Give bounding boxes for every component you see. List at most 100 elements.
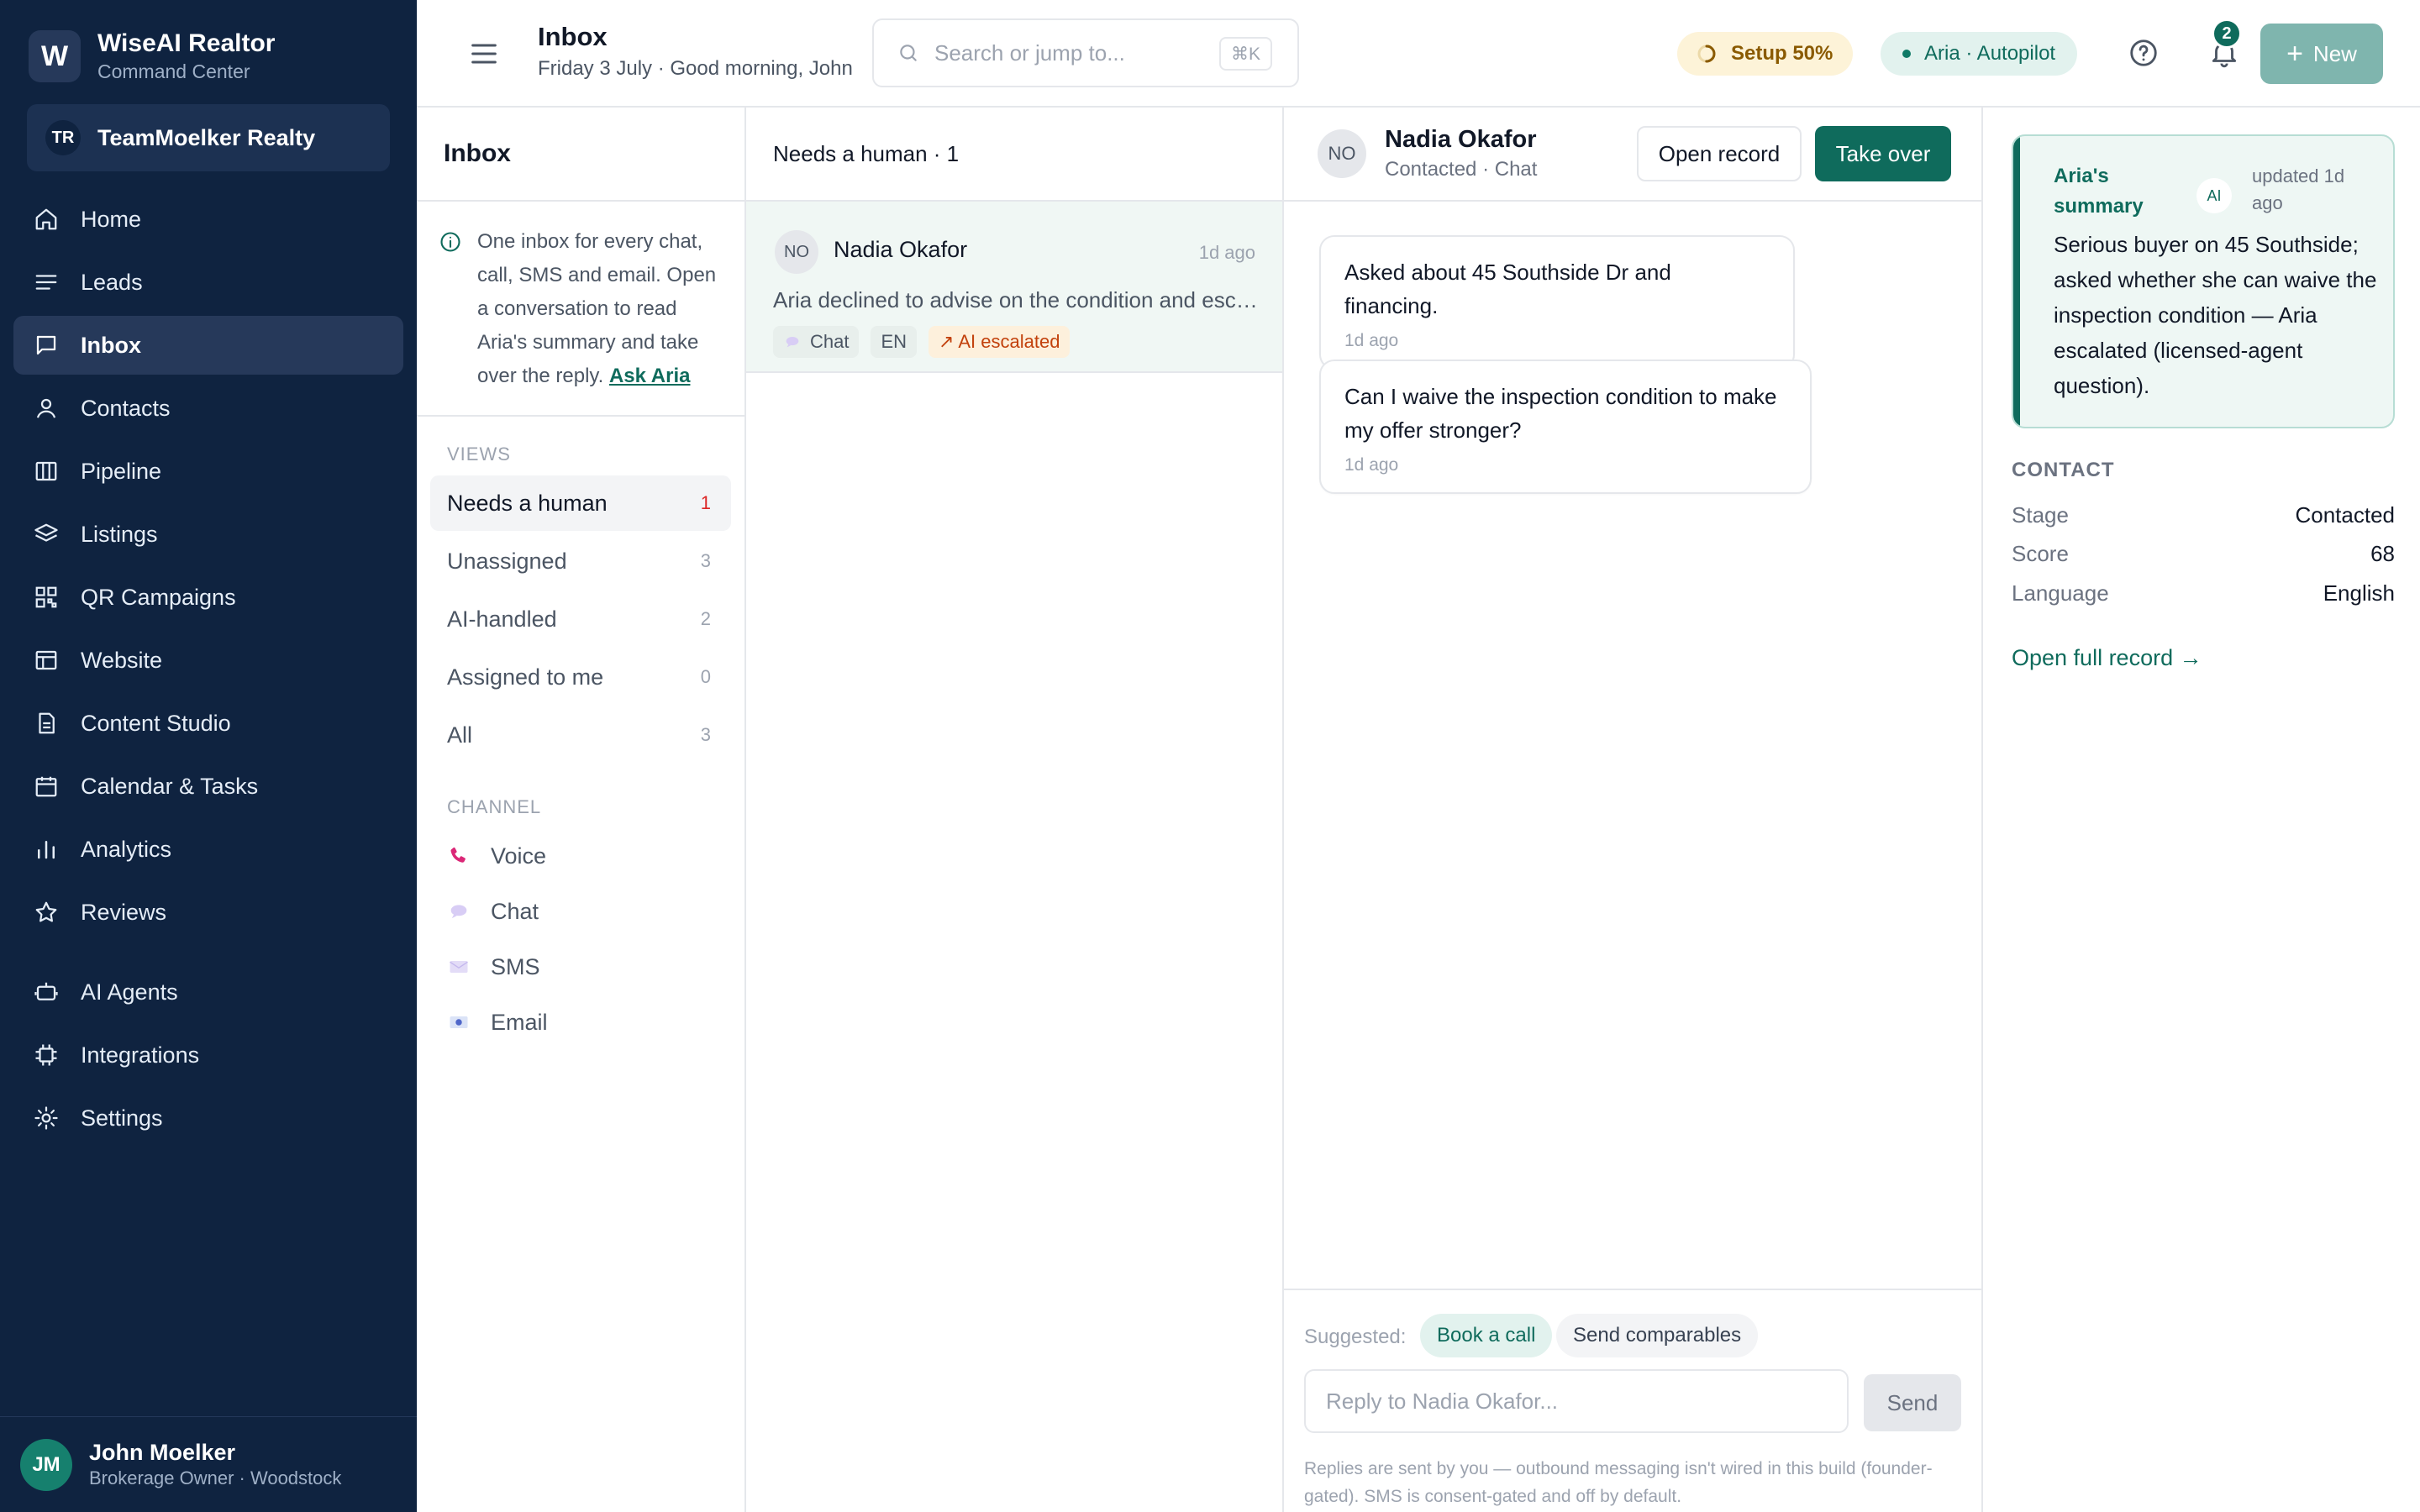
view-count: 1: [700, 492, 711, 513]
channel-email[interactable]: Email: [430, 995, 731, 1050]
layout-icon: [32, 646, 60, 675]
list-header: Needs a human · 1: [746, 108, 1282, 202]
sidebar-item-qr-campaigns[interactable]: QR Campaigns: [13, 568, 403, 627]
sidebar-item-label: Content Studio: [81, 710, 231, 736]
sidebar-item-inbox[interactable]: Inbox: [13, 316, 403, 375]
contact-section-label: CONTACT: [2012, 459, 2115, 481]
status-dot: [1902, 50, 1911, 58]
user-icon: [32, 394, 60, 423]
brand-subtitle: Command Center: [97, 60, 250, 82]
page-subtitle: Friday 3 July · Good morning, John: [538, 57, 853, 80]
reply-composer: Suggested: Book a call Send comparables …: [1284, 1289, 1981, 1512]
list-icon: [32, 268, 60, 297]
search-input[interactable]: [934, 39, 1203, 66]
help-button[interactable]: [2128, 37, 2160, 69]
inbox-filters: Inbox One inbox for every chat, call, SM…: [417, 108, 746, 1512]
phone-icon: [447, 844, 472, 868]
progress-ring-icon: [1697, 45, 1716, 63]
view-needs-a-human[interactable]: Needs a human 1: [430, 475, 731, 531]
sidebar-item-analytics[interactable]: Analytics: [13, 820, 403, 879]
brand-logo: W: [29, 30, 81, 82]
contact-field-stage: Stage Contacted: [2012, 502, 2395, 528]
summary-text: Serious buyer on 45 Southside; asked whe…: [2054, 232, 2377, 398]
sidebar-item-settings[interactable]: Settings: [13, 1089, 403, 1147]
sidebar-item-label: Integrations: [81, 1042, 200, 1068]
aria-autopilot-status[interactable]: Aria · Autopilot: [1881, 32, 2078, 76]
view-ai-handled[interactable]: AI-handled 2: [430, 591, 731, 647]
take-over-button[interactable]: Take over: [1815, 126, 1951, 181]
view-count: 3: [700, 724, 711, 745]
conversation-item[interactable]: NO Nadia Okafor 1d ago Aria declined to …: [746, 202, 1282, 373]
sidebar-item-contacts[interactable]: Contacts: [13, 379, 403, 438]
conversation-tags: Chat EN ↗ AI escalated: [773, 326, 1081, 358]
view-assigned-to-me[interactable]: Assigned to me 0: [430, 649, 731, 705]
sidebar-item-ai-agents[interactable]: AI Agents: [13, 963, 403, 1021]
help-icon: [2130, 39, 2157, 66]
info-text: One inbox for every chat, call, SMS and …: [477, 230, 717, 387]
suggestion-book-a-call[interactable]: Book a call: [1420, 1314, 1553, 1357]
hamburger-icon: [471, 44, 497, 64]
search-shortcut: ⌘K: [1218, 37, 1272, 71]
thread-contact-name: Nadia Okafor: [1385, 126, 1537, 153]
suggestion-send-comparables[interactable]: Send comparables: [1556, 1314, 1759, 1357]
avatar: NO: [775, 230, 818, 274]
send-button[interactable]: Send: [1864, 1374, 1961, 1431]
channel-item-label: Voice: [491, 843, 547, 869]
contact-field-score: Score 68: [2012, 541, 2395, 567]
sidebar-item-calendar-tasks[interactable]: Calendar & Tasks: [13, 757, 403, 816]
conversation-preview: Aria declined to advise on the condition…: [773, 287, 1260, 312]
open-record-button[interactable]: Open record: [1637, 126, 1802, 181]
conversation-thread: NO Nadia Okafor Contacted · Chat Open re…: [1284, 108, 1983, 1512]
summary-title: Aria's summary: [2054, 165, 2144, 218]
sidebar-item-label: Analytics: [81, 836, 172, 862]
channel-tag: Chat: [773, 326, 860, 358]
channel-sms[interactable]: SMS: [430, 939, 731, 995]
sidebar-item-website[interactable]: Website: [13, 631, 403, 690]
conversation-name: Nadia Okafor: [834, 237, 968, 262]
view-unassigned[interactable]: Unassigned 3: [430, 533, 731, 589]
workspace-badge: TR: [45, 120, 81, 155]
sidebar-item-label: QR Campaigns: [81, 584, 236, 610]
sidebar-item-label: Settings: [81, 1105, 163, 1131]
search-box[interactable]: ⌘K: [872, 18, 1299, 87]
views-label: VIEWS: [447, 444, 511, 465]
gear-icon: [32, 1104, 60, 1132]
calendar-icon: [32, 772, 60, 801]
ask-aria-link[interactable]: Ask Aria: [609, 365, 691, 387]
brand[interactable]: W WiseAI Realtor Command Center: [29, 29, 275, 84]
channel-chat[interactable]: Chat: [430, 884, 731, 939]
field-key: Language: [2012, 580, 2109, 606]
sidebar-item-reviews[interactable]: Reviews: [13, 883, 403, 942]
channel-item-label: SMS: [491, 953, 540, 979]
sidebar-item-leads[interactable]: Leads: [13, 253, 403, 312]
new-button[interactable]: + New: [2260, 24, 2383, 84]
message-bubble: Can I waive the inspection condition to …: [1319, 360, 1812, 494]
message-text: Can I waive the inspection condition to …: [1344, 384, 1777, 443]
workspace-switcher[interactable]: TR TeamMoelker Realty: [27, 104, 390, 171]
escalated-tag: ↗ AI escalated: [929, 326, 1071, 358]
setup-progress-badge[interactable]: Setup 50%: [1677, 32, 1854, 76]
view-label: Needs a human: [447, 490, 608, 516]
view-count: 3: [700, 550, 711, 571]
sidebar-item-label: Pipeline: [81, 458, 162, 484]
view-all[interactable]: All 3: [430, 707, 731, 763]
field-value: 68: [2370, 541, 2395, 566]
bar-chart-icon: [32, 835, 60, 864]
field-key: Score: [2012, 541, 2069, 566]
sidebar-item-integrations[interactable]: Integrations: [13, 1026, 403, 1084]
sidebar-item-label: Listings: [81, 521, 158, 547]
open-full-record-link[interactable]: Open full record →: [2012, 645, 2202, 671]
menu-button[interactable]: [467, 37, 501, 71]
inbox-info: One inbox for every chat, call, SMS and …: [417, 202, 744, 417]
sidebar-item-content-studio[interactable]: Content Studio: [13, 694, 403, 753]
sidebar-item-home[interactable]: Home: [13, 190, 403, 249]
plus-icon: +: [2286, 37, 2303, 70]
sidebar-item-label: Website: [81, 647, 163, 673]
sidebar-item-listings[interactable]: Listings: [13, 505, 403, 564]
channel-voice[interactable]: Voice: [430, 828, 731, 884]
user-profile[interactable]: JM John Moelker Brokerage Owner · Woodst…: [0, 1416, 417, 1512]
message-time: 1d ago: [1344, 455, 1399, 475]
reply-input[interactable]: [1304, 1369, 1849, 1433]
info-icon: [439, 230, 462, 254]
sidebar-item-pipeline[interactable]: Pipeline: [13, 442, 403, 501]
